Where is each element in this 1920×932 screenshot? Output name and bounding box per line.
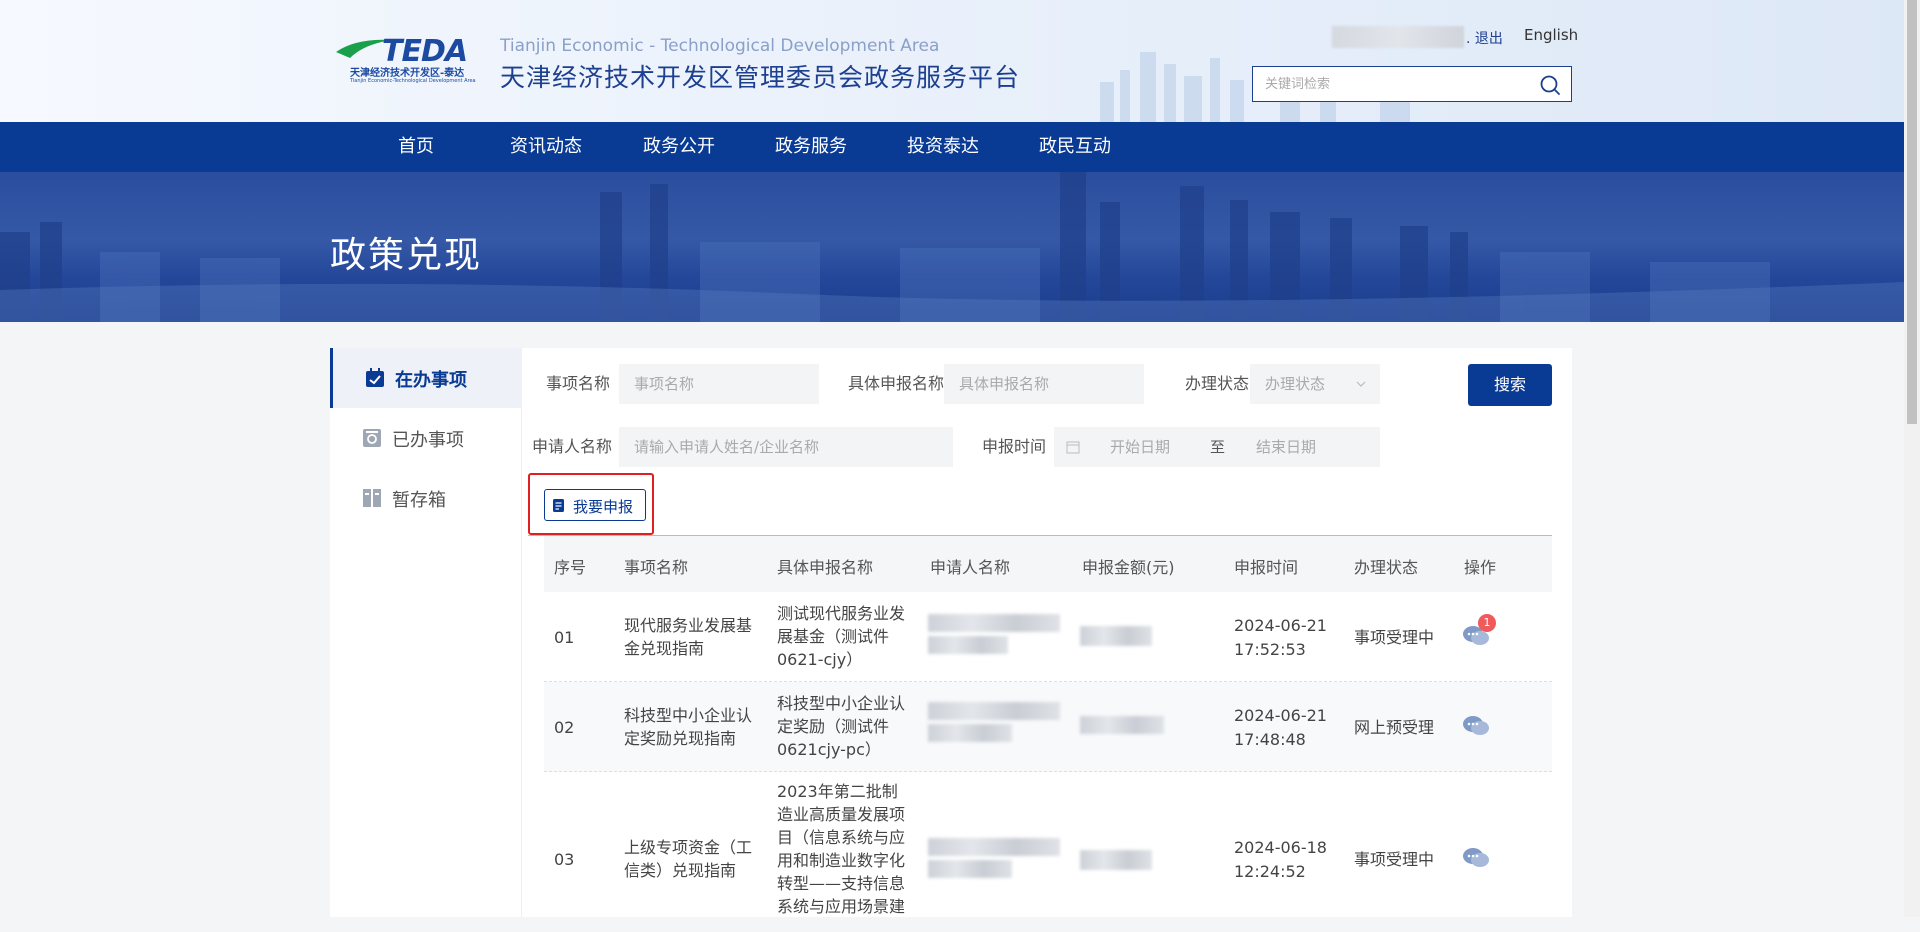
row-date: 2024-06-21 <box>1234 616 1327 635</box>
row-item: 科技型中小企业认定奖励兑现指南 <box>624 706 753 748</box>
applicant-redacted <box>928 724 1012 742</box>
city-skyline-image <box>0 172 1904 322</box>
applicant-redacted <box>928 636 1008 654</box>
applicant-redacted <box>928 702 1060 720</box>
user-name-redacted <box>1332 26 1464 48</box>
row-time: 17:48:48 <box>1234 730 1306 749</box>
row-item: 现代服务业发展基金兑现指南 <box>624 616 753 658</box>
search-icon[interactable] <box>1539 74 1561 96</box>
english-link[interactable]: English <box>1524 26 1578 44</box>
report-name-input[interactable] <box>944 364 1144 404</box>
sidebar-item-label: 暂存箱 <box>392 490 446 511</box>
search-input[interactable] <box>1263 67 1533 101</box>
applicant-input[interactable] <box>619 427 953 467</box>
calendar-icon <box>1066 441 1080 454</box>
scrollbar-thumb[interactable] <box>1907 0 1917 424</box>
nav-news[interactable]: 资讯动态 <box>510 122 582 172</box>
sidebar-item-in-progress[interactable]: 在办事项 <box>330 348 522 408</box>
site-title-en: Tianjin Economic - Technological Develop… <box>500 36 940 56</box>
content-panel: 在办事项 已办事项 暂存箱 事项名称 具体申报名称 办理状态 办理状 <box>330 348 1572 917</box>
applicant-redacted <box>928 860 1012 878</box>
amount-redacted <box>1080 716 1164 734</box>
row-no: 01 <box>554 628 575 647</box>
sidebar-item-drafts[interactable]: 暂存箱 <box>330 468 522 528</box>
amount-redacted <box>1080 850 1152 870</box>
col-amount: 申报金额(元) <box>1082 558 1175 577</box>
report-name-label: 具体申报名称 <box>848 374 945 393</box>
sidebar-item-label: 已办事项 <box>392 430 464 451</box>
date-range-separator: 至 <box>1210 438 1226 456</box>
amount-redacted <box>1080 626 1152 646</box>
notification-badge: 1 <box>1478 614 1496 632</box>
row-status: 事项受理中 <box>1354 628 1435 647</box>
file-cabinet-icon <box>363 489 381 507</box>
start-date-placeholder[interactable]: 开始日期 <box>1110 427 1170 467</box>
row-status: 网上预受理 <box>1354 718 1435 737</box>
status-select-value: 办理状态 <box>1265 375 1326 393</box>
page-banner: 政策兑现 <box>0 172 1904 322</box>
nav-invest[interactable]: 投资泰达 <box>907 122 979 172</box>
main-nav: 首页 资讯动态 政务公开 政务服务 投资泰达 政民互动 <box>0 122 1904 172</box>
message-icon[interactable] <box>1462 714 1490 738</box>
item-name-input[interactable] <box>619 364 819 404</box>
report-time-label: 申报时间 <box>982 437 1047 456</box>
sidebar: 在办事项 已办事项 暂存箱 <box>330 348 522 917</box>
report-button-highlight: 我要申报 <box>528 473 654 535</box>
col-time: 申报时间 <box>1234 558 1299 577</box>
nav-gov-service[interactable]: 政务服务 <box>775 122 847 172</box>
end-date-placeholder[interactable]: 结束日期 <box>1256 427 1316 467</box>
logo-en-text: Tianjin Economic-Technological Developme… <box>350 78 476 84</box>
page-title: 政策兑现 <box>330 235 483 276</box>
archive-icon <box>363 429 381 447</box>
apply-report-button[interactable]: 我要申报 <box>544 489 646 521</box>
col-no: 序号 <box>554 558 587 577</box>
col-status: 办理状态 <box>1354 558 1419 577</box>
nav-interaction[interactable]: 政民互动 <box>1039 122 1111 172</box>
row-no: 02 <box>554 718 575 737</box>
sidebar-item-label: 在办事项 <box>395 370 467 391</box>
col-applicant: 申请人名称 <box>930 558 1011 577</box>
row-no: 03 <box>554 850 575 869</box>
status-label: 办理状态 <box>1185 374 1250 393</box>
table-header: 序号 事项名称 具体申报名称 申请人名称 申报金额(元) 申报时间 办理状态 操… <box>544 536 1552 592</box>
teda-logo[interactable]: TEDA 天津经济技术开发区-泰达 Tianjin Economic-Techn… <box>334 34 488 88</box>
row-item: 上级专项资金（工信类）兑现指南 <box>624 838 753 880</box>
applicant-label: 申请人名称 <box>532 437 613 456</box>
logo-cn-text: 天津经济技术开发区-泰达 <box>350 68 465 79</box>
applicant-redacted <box>928 838 1060 856</box>
row-time: 17:52:53 <box>1234 640 1306 659</box>
apply-report-label: 我要申报 <box>573 499 634 516</box>
nav-gov-open[interactable]: 政务公开 <box>643 122 715 172</box>
date-range-picker[interactable]: 开始日期 至 结束日期 <box>1054 427 1380 467</box>
main-area: 事项名称 具体申报名称 办理状态 办理状态 搜索 申请人名称 申报时间 开始日期… <box>522 348 1572 917</box>
applicant-redacted <box>928 614 1060 632</box>
nav-home[interactable]: 首页 <box>398 122 434 172</box>
row-date: 2024-06-21 <box>1234 706 1327 725</box>
row-report: 测试现代服务业发展基金（测试件0621-cjy） <box>777 604 906 669</box>
item-name-label: 事项名称 <box>546 374 611 393</box>
logout-link[interactable]: . 退出 <box>1466 28 1503 48</box>
col-item: 事项名称 <box>624 558 689 577</box>
col-actions: 操作 <box>1464 558 1497 577</box>
col-report: 具体申报名称 <box>777 558 874 577</box>
page-scrollbar[interactable] <box>1904 0 1920 917</box>
chevron-down-icon <box>1356 381 1366 387</box>
row-report: 2023年第二批制造业高质量发展项目（信息系统与应用和制造业数字化转型——支持信… <box>777 782 906 916</box>
site-header: TEDA 天津经济技术开发区-泰达 Tianjin Economic-Techn… <box>0 0 1904 122</box>
row-time: 12:24:52 <box>1234 862 1306 881</box>
row-report: 科技型中小企业认定奖励（测试件0621cjy-pc） <box>777 694 906 759</box>
message-icon[interactable] <box>1462 846 1490 870</box>
row-status: 事项受理中 <box>1354 850 1435 869</box>
table-row: 02 科技型中小企业认定奖励兑现指南 科技型中小企业认定奖励（测试件0621cj… <box>544 682 1552 772</box>
table-row: 01 现代服务业发展基金兑现指南 测试现代服务业发展基金（测试件0621-cjy… <box>544 592 1552 682</box>
site-title-cn: 天津经济技术开发区管理委员会政务服务平台 <box>500 63 1021 92</box>
document-edit-icon <box>553 499 564 512</box>
sidebar-item-completed[interactable]: 已办事项 <box>330 408 522 468</box>
header-search <box>1252 66 1572 102</box>
row-date: 2024-06-18 <box>1234 838 1327 857</box>
calendar-check-icon <box>366 368 384 387</box>
table-row: 03 上级专项资金（工信类）兑现指南 2023年第二批制造业高质量发展项目（信息… <box>544 772 1552 932</box>
status-select[interactable]: 办理状态 <box>1250 364 1380 404</box>
search-button[interactable]: 搜索 <box>1468 364 1552 406</box>
